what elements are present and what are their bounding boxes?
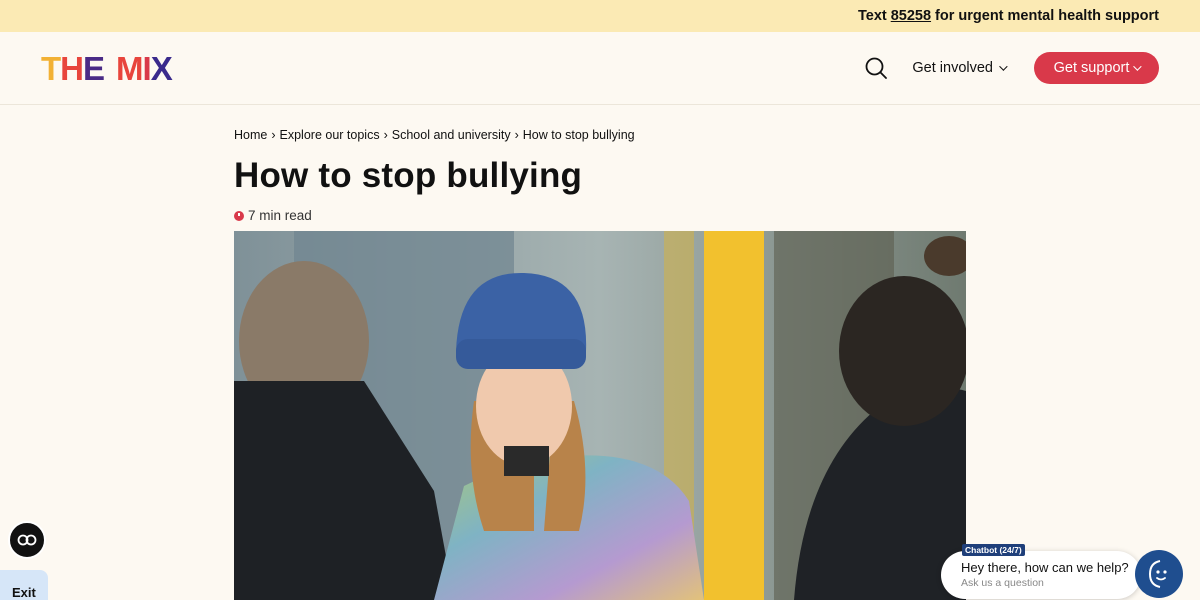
chatbot-subtext: Ask us a question [961,577,1044,589]
hero-photo [234,231,966,600]
breadcrumb-current: How to stop bullying [522,128,635,142]
site-header: T H E M I X Get involved Get support [0,32,1200,105]
chatbot-tag: Chatbot (24/7) [962,544,1025,556]
breadcrumb: Home › Explore our topics › School and u… [234,128,966,142]
get-involved-menu[interactable]: Get involved [912,60,1008,76]
chatbot-launcher[interactable] [1135,550,1183,598]
logo-letter-h: H [60,49,84,87]
get-support-button[interactable]: Get support [1034,52,1159,84]
chatbot-bubble[interactable]: Hey there, how can we help? Ask us a que… [941,551,1141,599]
breadcrumb-separator: › [271,128,276,142]
logo-letter-x: X [150,49,173,87]
chevron-down-icon [1133,62,1143,71]
breadcrumb-home[interactable]: Home [234,128,267,142]
search-icon [865,57,888,79]
urgent-support-banner: Text 85258 for urgent mental health supp… [0,0,1200,32]
breadcrumb-separator: › [514,128,519,142]
read-time-label: 7 min read [248,208,312,223]
logo-letter-i: I [142,49,152,87]
chatbot-greeting: Hey there, how can we help? [961,560,1129,575]
banner-phone-number[interactable]: 85258 [891,8,931,24]
read-time: 7 min read [234,208,966,223]
chatbot-face-icon [1148,560,1167,588]
logo-letter-m: M [116,49,143,87]
breadcrumb-separator: › [383,128,388,142]
hero-image [234,231,966,600]
chevron-down-icon [999,62,1008,71]
banner-prefix: Text [857,8,887,24]
get-involved-label: Get involved [912,60,993,76]
article-header: Home › Explore our topics › School and u… [234,128,966,223]
logo-letter-t: T [41,49,61,87]
accessibility-toggle-button[interactable] [8,521,46,559]
quick-exit-button[interactable]: Exit [0,570,48,600]
clock-icon [234,210,244,221]
the-mix-logo[interactable]: T H E M I X [41,49,173,87]
logo-letter-e: E [83,49,105,87]
page-title: How to stop bullying [234,156,583,195]
main-nav: Get involved Get support [862,52,1159,84]
search-button[interactable] [862,54,890,82]
banner-suffix: for urgent mental health support [935,8,1159,24]
get-support-label: Get support [1053,60,1130,76]
breadcrumb-school-university[interactable]: School and university [392,128,511,142]
breadcrumb-explore-topics[interactable]: Explore our topics [280,128,380,142]
cc-icon [17,534,37,546]
